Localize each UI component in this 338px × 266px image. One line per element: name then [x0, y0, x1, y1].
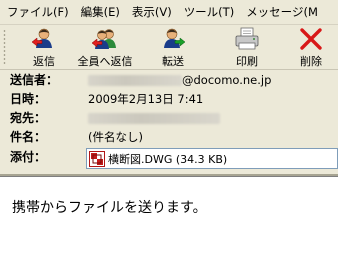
forward-label: 転送: [162, 55, 184, 68]
sender-domain: @docomo.ne.jp: [182, 73, 272, 87]
toolbar-grip[interactable]: [3, 29, 6, 65]
reply-all-icon: [92, 29, 116, 49]
redacted-recipient: [88, 113, 220, 124]
reply-all-label: 全員へ返信: [77, 55, 133, 68]
reply-all-button[interactable]: 全員へ返信: [73, 27, 137, 69]
print-label: 印刷: [236, 55, 258, 68]
menu-view[interactable]: 表示(V): [124, 4, 172, 20]
reply-button[interactable]: 返信: [26, 27, 62, 69]
printer-icon: [235, 27, 259, 50]
date-row: 日時： 2009年2月13日 7:41: [0, 91, 338, 108]
subject-row: 件名： (件名なし): [0, 129, 338, 146]
date-value: 2009年2月13日 7:41: [88, 92, 204, 106]
message-header: 送信者： @docomo.ne.jp 日時： 2009年2月13日 7:41 宛…: [0, 70, 338, 176]
subject-value: (件名なし): [88, 130, 143, 144]
forward-icon: [164, 28, 186, 48]
dwg-file-icon: [89, 150, 105, 167]
delete-label: 削除: [300, 55, 322, 68]
message-text: 携帯からファイルを送ります。: [12, 200, 207, 216]
menu-message[interactable]: メッセージ(M: [238, 4, 318, 20]
to-value: [88, 110, 220, 127]
to-label: 宛先：: [10, 111, 47, 125]
menu-tools[interactable]: ツール(T): [176, 4, 235, 20]
attachment-name: 横断図.DWG (34.3 KB): [108, 152, 228, 166]
from-label: 送信者：: [10, 73, 59, 87]
subject-label: 件名：: [10, 130, 47, 144]
attach-label: 添付：: [10, 150, 47, 164]
delete-button[interactable]: 削除: [293, 27, 329, 69]
menu-file[interactable]: ファイル(F): [0, 4, 69, 20]
menu-bar: ファイル(F) 編集(E) 表示(V) ツール(T) メッセージ(M: [0, 0, 338, 25]
attachment-field[interactable]: 横断図.DWG (34.3 KB): [86, 148, 338, 169]
menu-edit[interactable]: 編集(E): [73, 4, 120, 20]
message-body[interactable]: 携帯からファイルを送ります。: [0, 176, 338, 266]
reply-label: 返信: [33, 55, 55, 68]
to-row: 宛先：: [0, 110, 338, 127]
redacted-sender: [88, 75, 182, 86]
from-value: @docomo.ne.jp: [88, 72, 271, 89]
date-label: 日時：: [10, 92, 47, 106]
reply-icon: [31, 28, 52, 48]
toolbar: 返信 全員へ返信 転送 印刷 削除: [0, 25, 338, 70]
from-row: 送信者： @docomo.ne.jp: [0, 72, 338, 89]
mail-message-window: ファイル(F) 編集(E) 表示(V) ツール(T) メッセージ(M 返信 全員…: [0, 0, 338, 266]
delete-x-icon: [300, 28, 322, 50]
forward-button[interactable]: 転送: [153, 27, 193, 69]
print-button[interactable]: 印刷: [229, 27, 265, 69]
